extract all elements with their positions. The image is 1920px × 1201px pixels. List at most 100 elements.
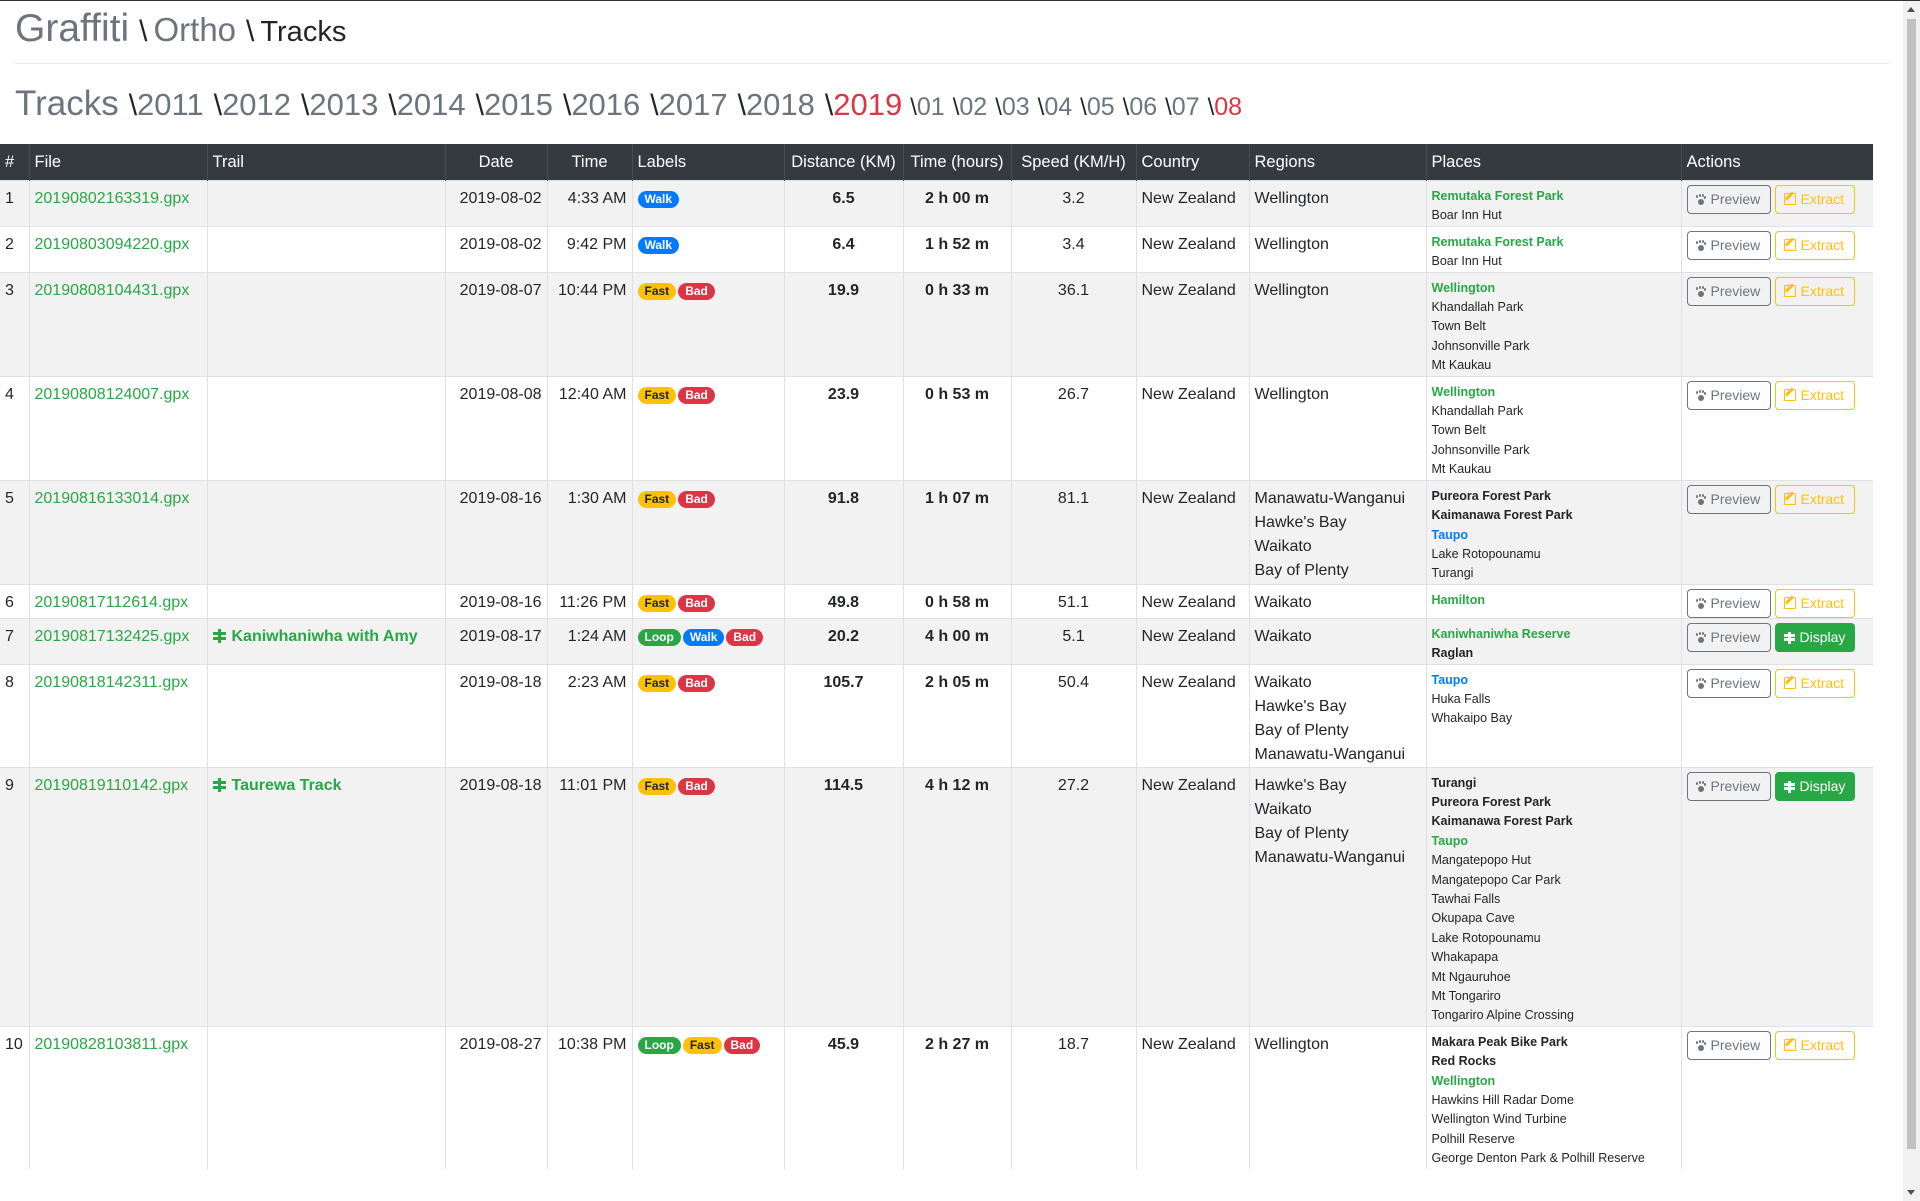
column-header[interactable]: Actions <box>1680 144 1873 181</box>
display-button[interactable]: Display <box>1774 771 1855 801</box>
trail-link[interactable]: Kaniwhaniwha with Amy <box>212 628 418 645</box>
extract-button[interactable]: Extract <box>1774 185 1855 214</box>
regions-cell: Waikato Hawke's Bay Bay of Plenty Manawatu-… <box>1248 663 1426 768</box>
extract-button[interactable]: Extract <box>1774 484 1855 514</box>
preview-button[interactable]: Preview <box>1686 668 1771 698</box>
year-link-2015[interactable]: 2015 <box>484 87 553 123</box>
duration-cell: 1 h 52 m <box>902 225 1011 273</box>
preview-button[interactable]: Preview <box>1686 588 1771 618</box>
year-link-2011[interactable]: 2011 <box>137 87 204 123</box>
row-number: 6 <box>0 583 29 619</box>
country-cell: New Zealand <box>1135 617 1249 665</box>
extract-button[interactable]: Extract <box>1774 588 1855 618</box>
file-link[interactable]: 20190819110142.gpx <box>35 777 189 794</box>
month-link-07[interactable]: 07 <box>1172 93 1200 122</box>
row-number: 7 <box>0 617 29 665</box>
month-separator: \ <box>1037 94 1045 121</box>
preview-button[interactable]: Preview <box>1686 380 1771 410</box>
column-header[interactable]: Time <box>546 144 632 181</box>
preview-button[interactable]: Preview <box>1686 1030 1771 1060</box>
file-link[interactable]: 20190818142311.gpx <box>35 674 189 691</box>
distance-cell: 114.5 <box>783 766 903 1027</box>
preview-button[interactable]: Preview <box>1686 484 1771 514</box>
vertical-scrollbar[interactable] <box>1903 1 1920 1201</box>
date-cell: 2019-08-18 <box>444 663 547 768</box>
file-link[interactable]: 20190808104431.gpx <box>35 282 190 299</box>
trail-name[interactable]: Kaniwhaniwha with Amy <box>232 628 418 645</box>
preview-button[interactable]: Preview <box>1686 230 1771 260</box>
trail-link[interactable]: Taurewa Track <box>212 777 342 794</box>
column-header[interactable]: Date <box>444 144 547 181</box>
actions-cell: Preview Display <box>1680 617 1873 665</box>
column-header[interactable]: Trail <box>206 144 445 181</box>
year-link-2017[interactable]: 2017 <box>659 87 728 123</box>
extract-button[interactable]: Extract <box>1774 276 1855 306</box>
file-link[interactable]: 20190802163319.gpx <box>35 190 190 207</box>
preview-label: Preview <box>1710 594 1761 611</box>
column-header[interactable]: File <box>28 144 207 181</box>
country-cell: New Zealand <box>1135 1025 1249 1169</box>
extract-button[interactable]: Extract <box>1774 668 1855 698</box>
actions-cell: Preview Extract <box>1680 479 1873 585</box>
year-link-2014[interactable]: 2014 <box>397 87 466 123</box>
scroll-down-arrow-icon[interactable] <box>1907 1190 1915 1195</box>
preview-label: Preview <box>1710 674 1761 691</box>
column-header[interactable]: # <box>0 144 29 181</box>
signpost-icon <box>1783 780 1795 793</box>
month-link-06[interactable]: 06 <box>1129 93 1157 122</box>
year-link-2019[interactable]: 2019 <box>833 87 902 123</box>
month-link-02[interactable]: 02 <box>959 93 987 122</box>
file-link[interactable]: 20190803094220.gpx <box>35 236 190 253</box>
year-link-2012[interactable]: 2012 <box>222 87 291 123</box>
preview-button[interactable]: Preview <box>1686 276 1771 306</box>
scroll-up-arrow-icon[interactable] <box>1907 7 1915 12</box>
duration-cell: 0 h 53 m <box>902 375 1011 481</box>
column-header[interactable]: Regions <box>1248 144 1426 181</box>
preview-button[interactable]: Preview <box>1686 622 1771 652</box>
month-link-01[interactable]: 01 <box>917 93 945 122</box>
file-link[interactable]: 20190808124007.gpx <box>35 386 190 403</box>
region-item: Waikato <box>1254 593 1312 611</box>
labels-cell: Fast Bad <box>631 583 784 619</box>
actions-cell: Preview Extract <box>1680 1025 1873 1169</box>
place-item: Taupo <box>1431 527 1469 542</box>
file-link[interactable]: 20190828103811.gpx <box>35 1036 189 1053</box>
table-header-row: # File Trail Date Time Labels Distance (KM) Tim… <box>0 144 1873 181</box>
file-link[interactable]: 20190817112614.gpx <box>35 594 189 611</box>
month-link-08[interactable]: 08 <box>1214 93 1242 122</box>
year-link-2016[interactable]: 2016 <box>571 87 640 123</box>
place-item: Mt Kaukau <box>1431 462 1492 477</box>
page-title[interactable]: Tracks <box>15 84 119 124</box>
column-header[interactable]: Distance (KM) <box>783 144 903 181</box>
column-header[interactable]: Places <box>1425 144 1681 181</box>
column-header[interactable]: Time (hours) <box>902 144 1011 181</box>
month-link-03[interactable]: 03 <box>1002 93 1030 122</box>
brand-link[interactable]: Graffiti <box>15 7 129 51</box>
month-link-05[interactable]: 05 <box>1087 93 1115 122</box>
table-row: 3 20190808104431.gpx 2019-08-07 10:44 PM Fas… <box>0 271 1873 377</box>
year-link-2018[interactable]: 2018 <box>746 87 815 123</box>
extract-button[interactable]: Extract <box>1774 230 1855 260</box>
place-item: Okupapa Cave <box>1431 911 1515 926</box>
breadcrumb-ortho-link[interactable]: Ortho <box>154 11 237 49</box>
date-cell: 2019-08-07 <box>444 271 547 377</box>
extract-button[interactable]: Extract <box>1774 380 1855 410</box>
place-item: Raglan <box>1431 646 1474 661</box>
extract-label: Extract <box>1800 236 1845 253</box>
file-link[interactable]: 20190816133014.gpx <box>35 490 190 507</box>
trail-name[interactable]: Taurewa Track <box>232 777 342 794</box>
display-button[interactable]: Display <box>1774 622 1855 652</box>
scroll-thumb[interactable] <box>1907 19 1916 1149</box>
month-link-04[interactable]: 04 <box>1044 93 1072 122</box>
extract-button[interactable]: Extract <box>1774 1030 1855 1060</box>
preview-button[interactable]: Preview <box>1686 771 1771 801</box>
place-item: Makara Peak Bike Park <box>1431 1034 1568 1049</box>
date-cell: 2019-08-18 <box>444 766 547 1027</box>
place-item: Turangi <box>1431 566 1474 581</box>
column-header[interactable]: Labels <box>631 144 784 181</box>
file-link[interactable]: 20190817132425.gpx <box>35 628 190 645</box>
preview-button[interactable]: Preview <box>1686 185 1771 214</box>
column-header[interactable]: Country <box>1135 144 1249 181</box>
column-header[interactable]: Speed (KM/H) <box>1010 144 1136 181</box>
year-link-2013[interactable]: 2013 <box>309 87 378 123</box>
